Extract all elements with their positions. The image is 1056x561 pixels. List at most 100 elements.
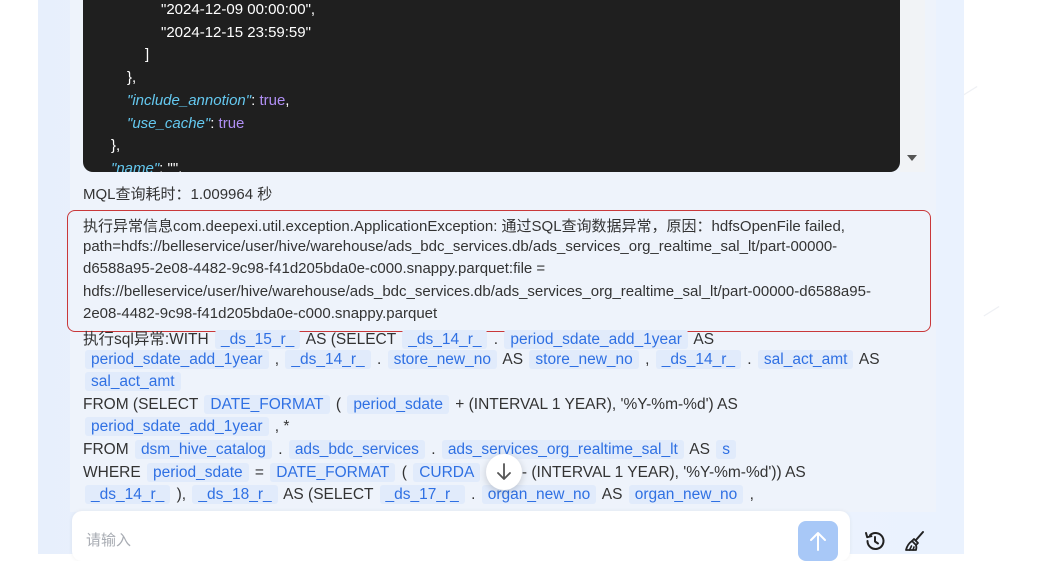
sql-text: , bbox=[270, 350, 284, 368]
error-message-line: d6588a95-2e08-4482-9c98-f41d205bda0e-c00… bbox=[83, 260, 546, 278]
code-line: }, bbox=[127, 69, 136, 86]
sql-text: ) - (INTERVAL 1 YEAR), '%Y-%m-%d')) AS bbox=[482, 463, 806, 481]
sql-text: . bbox=[372, 350, 386, 368]
sql-text: . bbox=[426, 441, 440, 458]
json-text: "2024-12-15 23:59:59" bbox=[161, 23, 311, 41]
sql-text: . bbox=[466, 486, 480, 504]
json-text: : bbox=[210, 114, 219, 132]
sql-identifier-token: dsm_hive_catalog bbox=[134, 440, 272, 459]
history-clock-icon[interactable] bbox=[863, 529, 887, 553]
sql-identifier-token: ads_bdc_services bbox=[288, 440, 425, 459]
sql-text: 执行sql异常:WITH bbox=[83, 331, 214, 348]
json-value: true bbox=[259, 91, 286, 109]
watermark: — bbox=[964, 76, 982, 104]
arrow-up-icon bbox=[810, 532, 826, 551]
error-message-line: 2e08-4482-9c98-f41d205bda0e-c000.snappy.… bbox=[83, 305, 438, 323]
json-text: }, bbox=[111, 137, 121, 155]
sql-line: 执行sql异常:WITH _ds_15_r_ AS (SELECT _ds_14… bbox=[83, 327, 714, 349]
sql-identifier-token: _ds_15_r_ bbox=[215, 330, 301, 349]
json-value: true bbox=[218, 114, 245, 132]
sql-identifier-token: store_new_no bbox=[529, 349, 639, 369]
sql-identifier-token: _ds_14_r_ bbox=[285, 349, 371, 369]
sql-text: FROM (SELECT bbox=[83, 395, 203, 413]
sql-identifier-token: _ds_14_r_ bbox=[655, 349, 741, 369]
sql-text: . bbox=[742, 350, 756, 368]
sql-identifier-token: DATE_FORMAT bbox=[270, 462, 396, 482]
sql-identifier-token: _ds_14_r_ bbox=[402, 330, 488, 349]
sql-identifier-token: DATE_FORMAT bbox=[204, 394, 330, 414]
json-key: "use_cache" bbox=[127, 114, 211, 132]
sql-identifier-token: sal_act_amt bbox=[85, 372, 181, 392]
json-text: }, bbox=[127, 69, 137, 87]
sql-line: period_sdate_add_1year , _ds_14_r_ . sto… bbox=[83, 349, 880, 369]
json-code-block: "2024-12-09 00:00:00", "2024-12-15 23:59:… bbox=[83, 0, 900, 172]
sql-identifier-token: _ds_18_r_ bbox=[192, 485, 278, 505]
broom-icon[interactable] bbox=[903, 529, 927, 553]
sql-line: FROM (SELECT DATE_FORMAT ( period_sdate … bbox=[83, 394, 738, 414]
query-timing-text: MQL查询耗时：1.009964 秒 bbox=[83, 186, 273, 203]
sql-text: ( bbox=[397, 463, 412, 481]
scroll-to-bottom-button[interactable] bbox=[486, 454, 522, 490]
code-line: "2024-12-09 00:00:00", bbox=[161, 1, 315, 18]
error-message-line: hdfs://belleservice/user/hive/warehouse/… bbox=[83, 282, 871, 300]
json-key: "name" bbox=[111, 159, 160, 172]
error-message-line: 执行异常信息com.deepexi.util.exception.Applica… bbox=[83, 218, 845, 235]
code-line: "include_annotion": true, bbox=[127, 92, 289, 109]
sql-line: FROM dsm_hive_catalog . ads_bdc_services… bbox=[83, 440, 738, 459]
sql-identifier-token: s bbox=[716, 440, 737, 459]
error-message-line: path=hdfs://belleservice/user/hive/wareh… bbox=[83, 237, 838, 255]
json-text: : "", bbox=[159, 159, 183, 172]
sql-text: ), bbox=[172, 486, 191, 504]
sql-text: = bbox=[250, 463, 269, 481]
send-button[interactable] bbox=[798, 521, 838, 561]
code-line: "use_cache": true bbox=[127, 115, 244, 132]
code-line: "2024-12-15 23:59:59" bbox=[161, 24, 311, 41]
sql-text: . bbox=[273, 441, 287, 458]
sql-text: AS bbox=[685, 441, 715, 458]
chat-input[interactable] bbox=[84, 531, 688, 550]
watermark: — bbox=[977, 296, 1004, 324]
arrow-down-icon bbox=[497, 463, 511, 480]
json-key: "include_annotion" bbox=[127, 91, 252, 109]
right-margin: — — bbox=[964, 0, 1056, 554]
json-text: , bbox=[285, 91, 290, 109]
code-line: "name": "", bbox=[111, 160, 182, 172]
sql-text: AS bbox=[498, 350, 528, 368]
sql-identifier-token: store_new_no bbox=[387, 349, 497, 369]
sql-text: AS (SELECT bbox=[279, 486, 378, 504]
sql-text: FROM bbox=[83, 441, 133, 458]
sql-text: WHERE bbox=[83, 463, 145, 481]
sql-line: period_sdate_add_1year , * bbox=[83, 417, 290, 437]
sql-identifier-token: period_sdate bbox=[347, 394, 449, 414]
sql-identifier-token: organ_new_no bbox=[628, 485, 744, 505]
sql-text: , bbox=[745, 486, 754, 504]
json-text: "2024-12-09 00:00:00", bbox=[161, 1, 316, 18]
sql-text: AS bbox=[689, 331, 715, 348]
sql-line: sal_act_amt bbox=[83, 372, 183, 392]
sql-identifier-token: _ds_17_r_ bbox=[379, 485, 465, 505]
sql-text: , bbox=[640, 350, 654, 368]
sql-text: + (INTERVAL 1 YEAR), '%Y-%m-%d') AS bbox=[450, 395, 738, 413]
sql-text: . bbox=[489, 331, 503, 348]
sql-identifier-token: CURDA bbox=[413, 462, 481, 482]
code-line: ] bbox=[145, 46, 149, 63]
sql-identifier-token: _ds_14_r_ bbox=[85, 485, 171, 505]
sql-identifier-token: sal_act_amt bbox=[757, 349, 854, 369]
sql-line: WHERE period_sdate = DATE_FORMAT ( CURDA… bbox=[83, 462, 806, 482]
sql-identifier-token: period_sdate_add_1year bbox=[85, 417, 269, 437]
sql-identifier-token: period_sdate_add_1year bbox=[504, 330, 688, 349]
sql-identifier-token: ads_services_org_realtime_sal_lt bbox=[441, 440, 684, 459]
sql-identifier-token: period_sdate bbox=[147, 462, 249, 482]
json-text: ] bbox=[145, 46, 150, 64]
sql-text: ( bbox=[331, 395, 346, 413]
sql-text: AS bbox=[598, 486, 627, 504]
code-scrollbar[interactable] bbox=[900, 0, 925, 172]
sql-text: , * bbox=[270, 418, 290, 436]
sql-text: AS (SELECT bbox=[302, 331, 401, 348]
sql-line: _ds_14_r_ ), _ds_18_r_ AS (SELECT _ds_17… bbox=[83, 485, 754, 505]
code-line: }, bbox=[111, 137, 120, 154]
sql-text: AS bbox=[855, 350, 880, 368]
scrollbar-down-arrow[interactable] bbox=[907, 155, 917, 161]
sql-identifier-token: period_sdate_add_1year bbox=[85, 349, 269, 369]
left-margin bbox=[0, 0, 38, 554]
